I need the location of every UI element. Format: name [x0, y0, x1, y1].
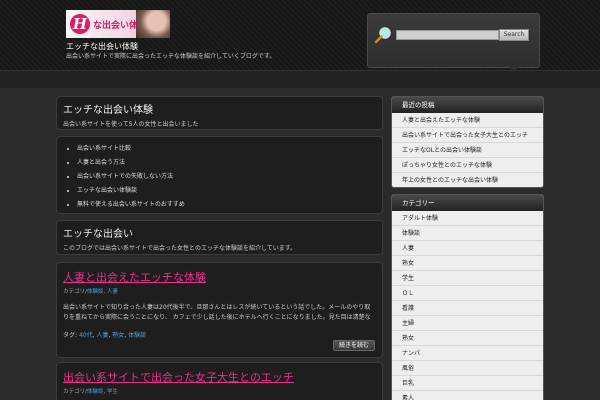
- post-meta-prefix: カテゴリ/: [63, 289, 87, 295]
- category-link[interactable]: 体験談: [87, 289, 104, 295]
- widget-heading: カテゴリー: [392, 195, 543, 211]
- link-list-item[interactable]: 人妻と出会う方法: [77, 157, 376, 171]
- notice-panel: エッチな出会い このブログでは出会い系サイトで出会った女性とのエッチな体験談を紹…: [56, 220, 383, 255]
- category-item[interactable]: 体験談: [392, 226, 543, 241]
- post-meta: カテゴリ/体験談, 人妻: [63, 289, 118, 295]
- post-title[interactable]: 人妻と出会えたエッチな体験: [63, 269, 376, 285]
- recent-post-link[interactable]: ぽっちゃり女性とのエッチな体験: [392, 158, 543, 173]
- notice-title: エッチな出会い: [63, 229, 133, 240]
- post-excerpt: 出会い系サイトで知り合った人妻は20代後半で、旦那さんとはレスが続いているという…: [63, 304, 371, 321]
- post-title[interactable]: 出会い系サイトで出会った女子大生とのエッチ: [63, 369, 376, 385]
- tag-link[interactable]: 熟女: [112, 332, 124, 339]
- category-item[interactable]: 熟女: [392, 331, 543, 346]
- category-item[interactable]: 熟女: [392, 256, 543, 271]
- link-list-panel: 出会い系サイト比較 人妻と出会う方法 出会い系サイトでの失敗しない方法 エッチな…: [56, 136, 383, 214]
- category-item[interactable]: 人妻: [392, 241, 543, 256]
- search-box: Search: [367, 13, 540, 68]
- logo-mark: H: [70, 14, 90, 34]
- read-more-button[interactable]: 続きを読む: [333, 340, 375, 351]
- search-input[interactable]: [396, 30, 499, 40]
- intro-panel: エッチな出会い体験 出会い系サイトを使って5人の女性と出会いました: [56, 96, 383, 130]
- site-description: 出会い系サイトで実際に出会ったエッチな体験談を紹介していくブログです。: [66, 53, 276, 60]
- category-link[interactable]: 体験談: [87, 389, 104, 395]
- category-item[interactable]: 風俗: [392, 361, 543, 376]
- category-item[interactable]: アダルト体験: [392, 211, 543, 226]
- link-list-item[interactable]: エッチな出会い体験談: [77, 185, 376, 199]
- post-meta: カテゴリ/体験談, 学生: [63, 389, 118, 395]
- category-link[interactable]: 人妻: [107, 289, 118, 295]
- link-list-item[interactable]: 出会い系サイトでの失敗しない方法: [77, 171, 376, 185]
- category-item[interactable]: 巨乳: [392, 376, 543, 391]
- recent-post-link[interactable]: 年上の女性とのエッチな出会い体験: [392, 173, 543, 187]
- category-link[interactable]: 学生: [107, 389, 118, 395]
- intro-text: 出会い系サイトを使って5人の女性と出会いました: [63, 121, 199, 128]
- search-button[interactable]: Search: [499, 29, 529, 41]
- category-item[interactable]: ナンパ: [392, 346, 543, 361]
- link-list: 出会い系サイト比較 人妻と出会う方法 出会い系サイトでの失敗しない方法 エッチな…: [77, 143, 376, 213]
- category-item[interactable]: 学生: [392, 271, 543, 286]
- categories-list: アダルト体験 体験談 人妻 熟女 学生 ＯＬ 看護 主婦 熟女 ナンパ 風俗 巨…: [392, 211, 543, 400]
- recent-posts-widget: 最近の投稿 人妻と出会えたエッチな体験 出会い系サイトで出会った女子大生とのエッ…: [391, 96, 544, 188]
- category-item[interactable]: 素人: [392, 391, 543, 400]
- search-pointer: [508, 66, 520, 72]
- notice-text: このブログでは出会い系サイトで出会った女性とのエッチな体験談を紹介しています。: [63, 245, 297, 252]
- link-list-item[interactable]: 出会い系サイト比較: [77, 143, 376, 157]
- logo-photo: [136, 10, 170, 38]
- intro-title: エッチな出会い体験: [63, 105, 153, 116]
- category-item[interactable]: 看護: [392, 301, 543, 316]
- post-meta-prefix: カテゴリ/: [63, 389, 87, 395]
- recent-post-link[interactable]: 人妻と出会えたエッチな体験: [392, 113, 543, 128]
- tag-link[interactable]: 体験談: [128, 332, 146, 339]
- header-band: [0, 70, 600, 88]
- link-list-item[interactable]: 無料で使える出会い系サイトのおすすめ: [77, 199, 376, 213]
- search-icon: [374, 27, 391, 44]
- recent-post-link[interactable]: 出会い系サイトで出会った女子大生とのエッチ: [392, 128, 543, 143]
- tag-link[interactable]: 人妻: [96, 332, 108, 339]
- recent-posts-list: 人妻と出会えたエッチな体験 出会い系サイトで出会った女子大生とのエッチ エッチな…: [392, 113, 543, 187]
- category-item[interactable]: 主婦: [392, 316, 543, 331]
- post-card: 出会い系サイトで出会った女子大生とのエッチ カテゴリ/体験談, 学生: [56, 362, 383, 400]
- site-header: H な出会い体験 エッチな出会い体験 出会い系サイトで実際に出会ったエッチな体験…: [0, 0, 600, 88]
- post-card: 人妻と出会えたエッチな体験 カテゴリ/体験談, 人妻 出会い系サイトで知り合った…: [56, 262, 383, 358]
- category-item[interactable]: ＯＬ: [392, 286, 543, 301]
- site-logo[interactable]: H な出会い体験: [66, 10, 170, 38]
- widget-heading: 最近の投稿: [392, 97, 543, 113]
- categories-widget: カテゴリー アダルト体験 体験談 人妻 熟女 学生 ＯＬ 看護 主婦 熟女 ナン…: [391, 194, 544, 400]
- recent-post-link[interactable]: エッチなOLとの出会い体験談: [392, 143, 543, 158]
- post-tags: タグ: 40代, 人妻, 熟女, 体験談: [63, 332, 147, 339]
- tag-link[interactable]: 40代: [79, 332, 93, 339]
- tags-label: タグ:: [63, 332, 78, 339]
